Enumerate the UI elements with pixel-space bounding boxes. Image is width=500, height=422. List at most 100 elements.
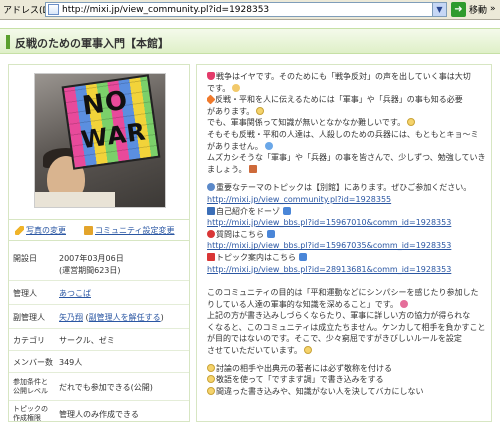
admin-name-link[interactable]: あつこば <box>59 288 187 299</box>
heart-icon <box>207 72 215 80</box>
subadmin-name-link[interactable]: 矢乃翔 <box>59 313 83 322</box>
chevron-down-icon[interactable]: ▼ <box>432 3 446 16</box>
desc-line: 質問はこちら <box>207 229 487 241</box>
pen-icon <box>207 206 215 215</box>
go-arrow-icon[interactable]: ➜ <box>451 2 466 17</box>
desc-text: させていただいています。 <box>207 346 302 356</box>
no-war-sign: NO WAR <box>61 74 161 170</box>
peace-hand-icon <box>232 83 241 92</box>
info-key-subadmin: 副管理人 <box>13 313 45 322</box>
desc-line: 間違った書き込みや、知識がない人を決してバカにしない <box>207 386 487 398</box>
desc-line: 敬語を使って「ですます調」で書き込みをする <box>207 374 487 386</box>
community-description-panel: 戦争はイヤです。そのためにも「戦争反対」の声を出していく事は大切 です。 反戦・… <box>196 64 492 422</box>
info-key-admin: 管理人 <box>13 289 37 298</box>
flag-icon <box>207 252 215 261</box>
url-text[interactable]: http://mixi.jp/view_community.pl?id=1928… <box>62 5 269 15</box>
info-val-category: サークル、ゼミ <box>59 336 115 345</box>
check-icon <box>267 229 275 238</box>
desc-line: 重要なテーマのトピックは【別館】にあります。ぜひご参加ください。 <box>207 182 487 194</box>
book-icon <box>248 164 257 173</box>
pencil-icon <box>15 225 24 235</box>
info-key-category: カテゴリ <box>13 336 45 345</box>
url-input[interactable]: http://mixi.jp/view_community.pl?id=1928… <box>45 2 447 17</box>
desc-line: 自己紹介をドーゾ <box>207 206 487 218</box>
smile-face-icon <box>207 375 215 384</box>
page-title: 反戦のための軍事入門【本館】 <box>15 37 169 50</box>
community-photo[interactable]: NO WAR <box>34 73 166 208</box>
sweat-face-icon <box>407 118 416 127</box>
settings-change-label[interactable]: コミュニティ設定変更 <box>95 225 175 236</box>
photo-change-label[interactable]: 写真の変更 <box>26 225 66 236</box>
desc-text: 反戦・平和を人に伝えるためには「軍事」や「兵器」の事も知る必要 <box>215 95 463 105</box>
lock-icon <box>84 225 93 235</box>
magnifier-icon <box>207 183 215 192</box>
desc-line: 討論の相手や出典元の著者には必ず敬称を付ける <box>207 363 487 375</box>
info-val-join: だれでも参加できる(公開) <box>59 383 153 392</box>
go-button[interactable]: ➜ 移動 <box>451 2 487 17</box>
page-icon <box>48 4 59 15</box>
desc-text: でも、軍事関係って知識が無いとなかなか難しいです。 <box>207 118 406 128</box>
info-row-opened: 開設日 2007年03月06日 (運営期間623日) <box>9 247 189 281</box>
desc-text: 討論の相手や出典元の著者には必ず敬称を付ける <box>216 363 392 373</box>
desc-text: 戦争はイヤです。そのためにも「戦争反対」の声を出していく事は大切 <box>216 72 471 81</box>
smile-face-icon <box>207 386 215 395</box>
check-icon <box>283 206 291 215</box>
desc-line: 反戦・平和を人に伝えるためには「軍事」や「兵器」の事も知る必要 <box>207 94 487 106</box>
question-icon <box>207 229 215 238</box>
desc-text: 上記の方が書き込みしづらくならたり、軍事に詳しい方の協力が得られな <box>207 311 471 321</box>
go-label[interactable]: 移動 <box>469 3 487 16</box>
community-sidebar: NO WAR 写真の変更 コミュニティ設定変更 開設日 2007年03月06日 … <box>8 64 190 422</box>
desc-line: ましょう。 <box>207 164 487 176</box>
intro-topic-link[interactable]: http://mixi.jp/view_bbs.pl?id=15967010&c… <box>207 218 451 227</box>
photo-change-link[interactable]: 写真の変更 <box>15 225 66 236</box>
info-val-topic: 管理人のみ作成できる <box>59 410 139 419</box>
check-icon <box>299 252 307 261</box>
desc-line: がありません。 <box>207 141 487 153</box>
desc-text: があります。 <box>207 106 255 116</box>
title-box: 反戦のための軍事入門【本館】 <box>0 28 500 54</box>
info-row-join: 参加条件と 公開レベル だれでも参加できる(公開) <box>9 373 189 401</box>
info-key-join-2: 公開レベル <box>13 387 48 395</box>
annex-community-link[interactable]: http://mixi.jp/view_community.pl?id=1928… <box>207 195 391 204</box>
toolbar-chevron-icon[interactable]: » <box>490 4 496 14</box>
dismiss-subadmin-link[interactable]: 副管理人を解任する <box>89 313 161 322</box>
address-label: アドレス(D) <box>3 6 53 16</box>
desc-line: が目的ではないのです。そこで、少々窮屈ですがきびしいルールを設定 <box>207 333 487 345</box>
photo-links-row: 写真の変更 コミュニティ設定変更 <box>9 219 189 241</box>
info-row-admin: 管理人 あつこば <box>9 281 189 305</box>
question-topic-link[interactable]: http://mixi.jp/view_bbs.pl?id=15967035&c… <box>207 241 451 250</box>
desc-text: 自己紹介をドーゾ <box>216 206 280 216</box>
settings-change-link[interactable]: コミュニティ設定変更 <box>84 225 175 236</box>
info-row-category: カテゴリ サークル、ゼミ <box>9 329 189 351</box>
desc-line: http://mixi.jp/view_community.pl?id=1928… <box>207 194 487 206</box>
topic-guide-link[interactable]: http://mixi.jp/view_bbs.pl?id=28913681&c… <box>207 265 451 274</box>
info-row-members: メンバー数 349人 <box>9 351 189 373</box>
desc-text: トピック案内はこちら <box>216 252 296 262</box>
desc-line: そもそも反戦・平和の人達は、人殺しのための兵器には、もともとキョ～ミ <box>207 129 487 141</box>
desc-line: させていただいています。 <box>207 345 487 357</box>
address-bar: アドレス(D) http://mixi.jp/view_community.pl… <box>0 0 500 20</box>
desc-text: 質問はこちら <box>216 229 264 239</box>
desc-line: http://mixi.jp/view_bbs.pl?id=15967035&c… <box>207 240 487 252</box>
info-row-topic: トピックの 作成権限 管理人のみ作成できる <box>9 401 189 422</box>
desc-text: 重要なテーマのトピックは【別館】にあります。ぜひご参加ください。 <box>216 183 472 193</box>
desc-line: 上記の方が書き込みしづらくならたり、軍事に詳しい方の協力が得られな <box>207 310 487 322</box>
desc-line: 戦争はイヤです。そのためにも「戦争反対」の声を出していく事は大切 <box>207 71 487 83</box>
smile-face-icon <box>207 363 215 372</box>
info-key-members: メンバー数 <box>13 358 53 367</box>
desc-line: ムズカシそうな「軍事」や「兵器」の事を皆さんで、少しずつ、勉強していき <box>207 152 487 164</box>
desc-text: 敬語を使って「ですます調」で書き込みをする <box>216 375 384 385</box>
sign-text-war: WAR <box>79 117 149 155</box>
info-val-members: 349人 <box>59 358 83 367</box>
desc-text: が目的ではないのです。そこで、少々窮屈ですがきびしいルールを設定 <box>207 334 462 344</box>
desc-text: そもそも反戦・平和の人達は、人殺しのための兵器には、もともとキョ～ミ <box>207 129 479 139</box>
photo-person-shirt <box>35 192 115 207</box>
info-key-join-1: 参加条件と <box>13 378 48 386</box>
info-val-subadmin: 矢乃翔 (副管理人を解任する) <box>59 312 187 323</box>
title-accent-bar <box>6 35 10 49</box>
info-key-topic-1: トピックの <box>13 405 48 413</box>
subadmin-paren-close: ) <box>160 313 164 322</box>
desc-line: このコミュニティの目的は「平和運動などにシンパシーを感じたり参加した <box>207 287 487 299</box>
